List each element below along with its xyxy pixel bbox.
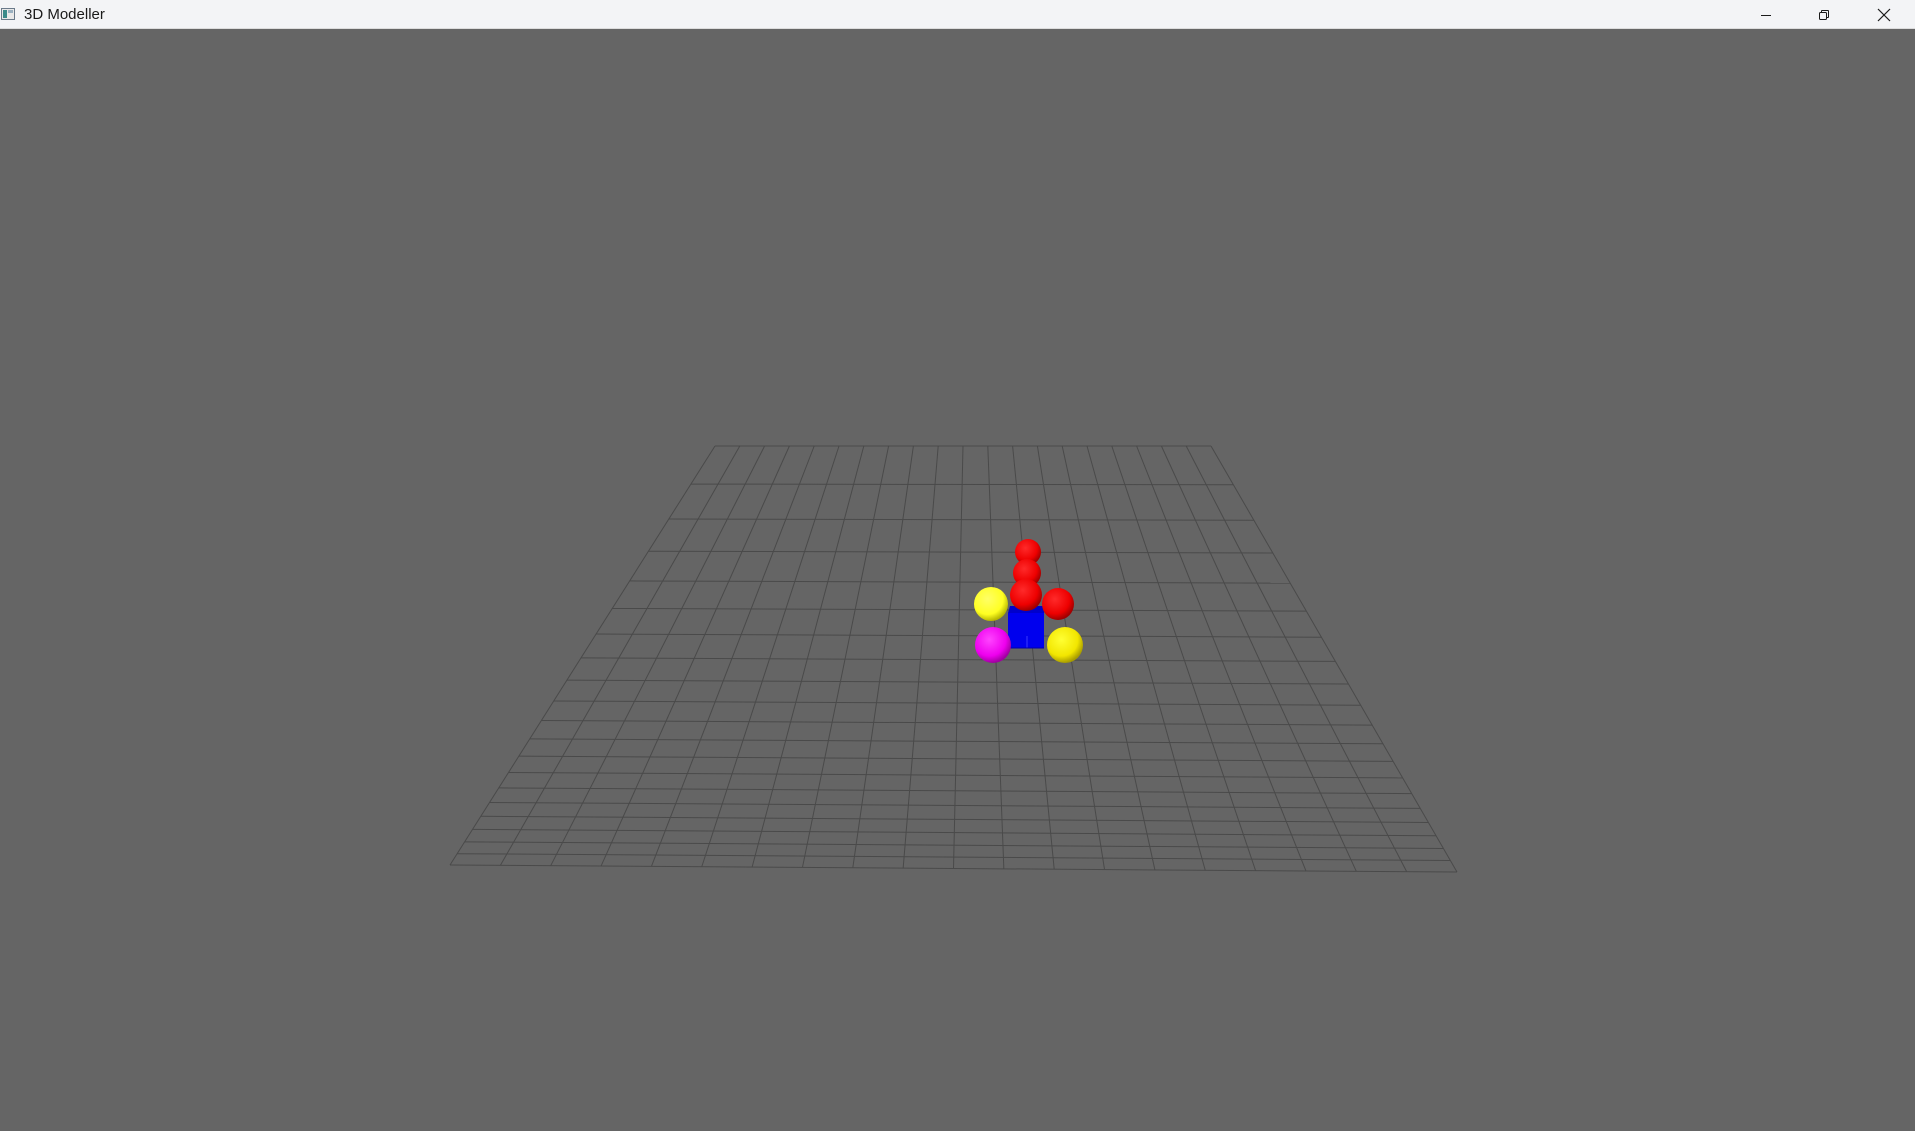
sphere-left-yellow[interactable] (974, 587, 1008, 621)
grid-line (600, 445, 790, 867)
scene-objects (974, 539, 1083, 663)
grid-line (499, 445, 741, 866)
scene-canvas[interactable] (0, 29, 1915, 1131)
sphere-right-yellow[interactable] (1047, 627, 1083, 663)
close-icon (1877, 8, 1891, 21)
close-button[interactable] (1853, 0, 1915, 29)
minimize-icon (1761, 14, 1771, 16)
3d-viewport[interactable] (0, 29, 1915, 1131)
grid-line (751, 445, 865, 868)
grid-line (449, 445, 716, 866)
minimize-button[interactable] (1737, 0, 1795, 29)
grid-line (701, 445, 840, 867)
sphere-magenta[interactable] (975, 627, 1011, 663)
cube[interactable] (1008, 613, 1044, 648)
sphere-center[interactable] (1010, 579, 1042, 611)
window-title: 3D Modeller (24, 6, 105, 23)
restore-button[interactable] (1795, 0, 1853, 29)
restore-icon (1819, 9, 1829, 20)
sphere-right[interactable] (1042, 588, 1074, 620)
grid-line (801, 445, 890, 868)
app-icon (1, 8, 15, 20)
ground-grid (449, 445, 1458, 873)
title-bar[interactable]: 3D Modeller (0, 0, 1915, 29)
app-window: 3D Modeller (0, 0, 1915, 1131)
